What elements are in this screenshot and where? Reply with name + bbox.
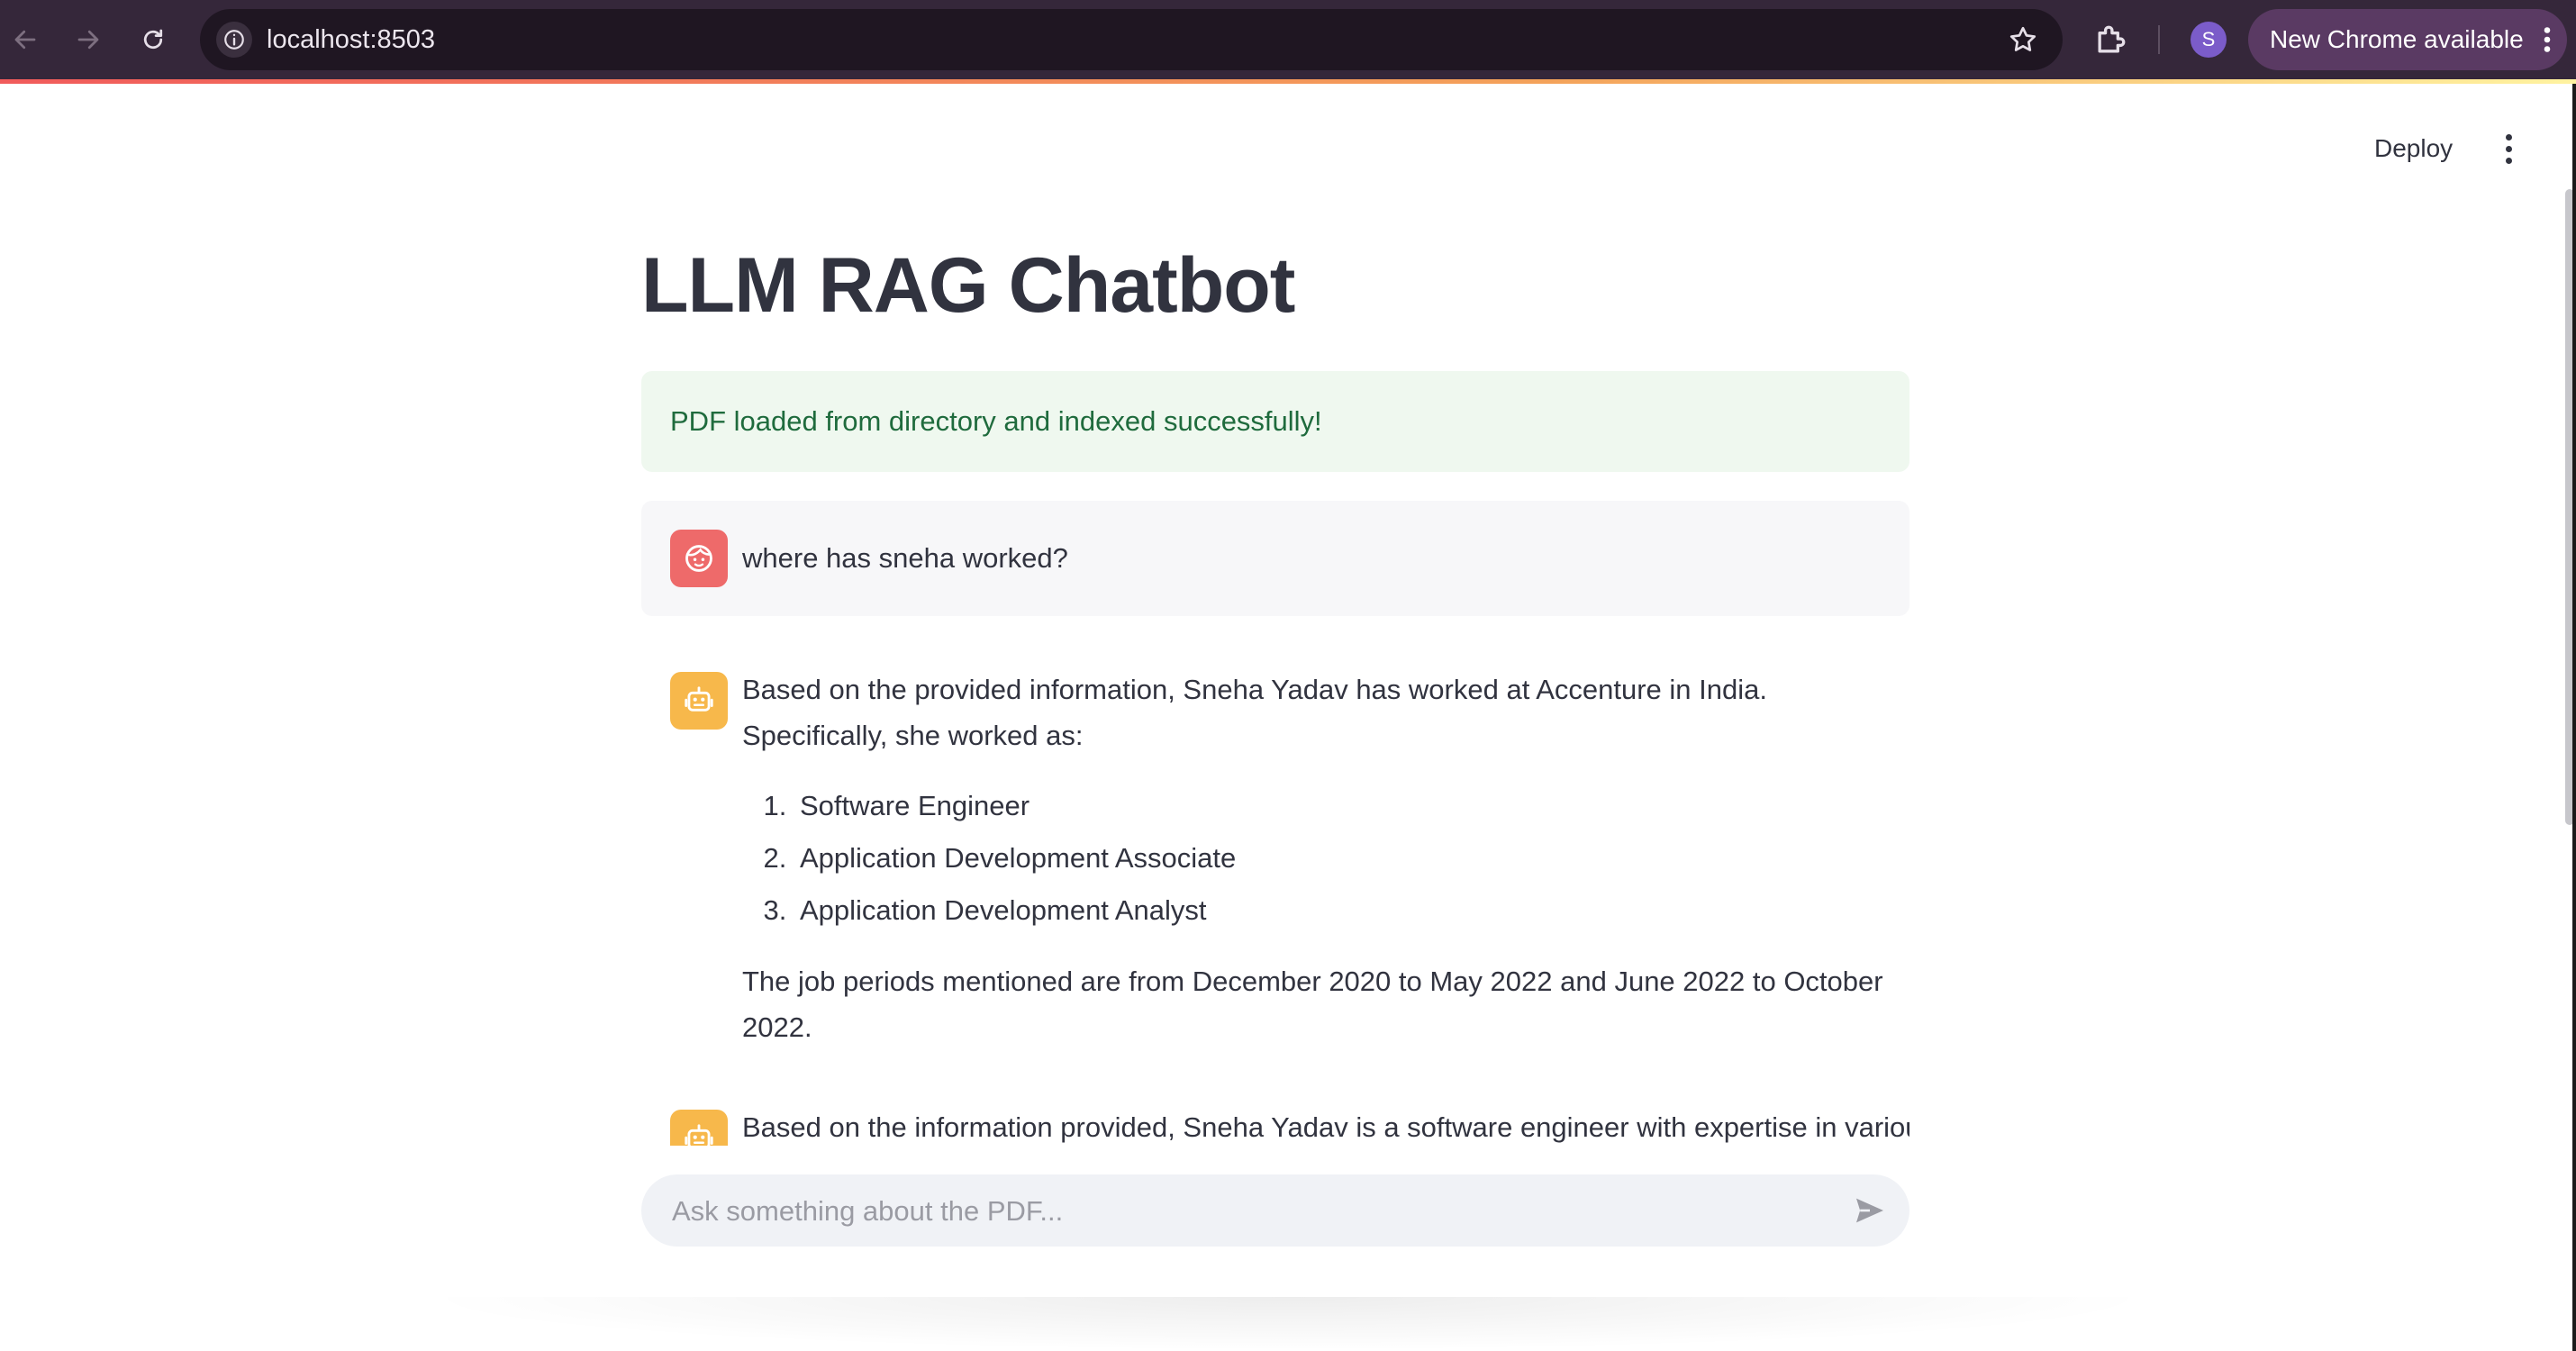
arrow-right-icon [77, 30, 99, 50]
chat-message-assistant-2: Based on the information provided, Sneha… [641, 1104, 1909, 1146]
assistant-message-text: Based on the information provided, Sneha… [742, 1111, 1909, 1143]
forward-button[interactable] [68, 20, 108, 59]
info-icon [224, 30, 244, 50]
address-bar[interactable]: localhost:8503 [200, 9, 2063, 70]
robot-icon [685, 1124, 713, 1146]
chat-message-assistant: Based on the provided information, Sneha… [641, 666, 1909, 1045]
chat-message-user: where has sneha worked? [641, 501, 1909, 616]
reload-button[interactable] [133, 20, 173, 59]
site-info-button[interactable] [216, 22, 252, 58]
user-message-text: where has sneha worked? [742, 542, 1068, 574]
user-face-icon [685, 545, 712, 572]
reload-icon [143, 29, 163, 50]
update-chip-label: New Chrome available [2270, 25, 2524, 53]
bottom-shadow [414, 1297, 2162, 1351]
list-item: Application Development Associate [794, 832, 1904, 884]
assistant-outro-text: The job periods mentioned are from Decem… [742, 966, 1883, 1043]
kebab-menu-icon [2544, 27, 2551, 52]
success-alert: PDF loaded from directory and indexed su… [641, 371, 1909, 472]
chat-input-container [641, 1174, 1909, 1248]
menu-dot [2505, 157, 2512, 164]
app-header-decoration [0, 79, 2576, 84]
puzzle-icon[interactable] [2091, 20, 2131, 59]
list-item: Software Engineer [794, 780, 1904, 832]
user-avatar [670, 530, 728, 587]
send-icon [1856, 1198, 1883, 1223]
chat-input[interactable] [670, 1174, 1809, 1248]
assistant-intro-text: Based on the provided information, Sneha… [742, 674, 1767, 751]
arrow-left-icon [14, 30, 36, 50]
assistant-message-body: Based on the provided information, Sneha… [742, 666, 1904, 1050]
assistant-avatar [670, 1110, 728, 1146]
page-title: LLM RAG Chatbot [641, 242, 1295, 329]
profile-avatar[interactable]: S [2191, 22, 2227, 58]
list-item: Application Development Analyst [794, 884, 1904, 937]
new-chrome-available-button[interactable]: New Chrome available [2248, 9, 2567, 70]
toolbar-divider [2158, 25, 2160, 54]
back-button[interactable] [5, 20, 45, 59]
menu-dot [2505, 133, 2512, 141]
send-button[interactable] [1850, 1191, 1890, 1230]
star-icon[interactable] [2007, 23, 2039, 56]
deploy-button[interactable]: Deploy [2367, 126, 2460, 171]
browser-toolbar: localhost:8503 S New Chrome available [0, 0, 2576, 79]
menu-dot [2505, 145, 2512, 152]
robot-icon [685, 686, 713, 712]
success-message: PDF loaded from directory and indexed su… [670, 405, 1322, 437]
job-titles-list: Software Engineer Application Developmen… [742, 780, 1904, 937]
window-edge [2572, 84, 2576, 1351]
assistant-avatar [670, 672, 728, 730]
url-text[interactable]: localhost:8503 [267, 9, 435, 70]
main-menu-button[interactable] [2495, 128, 2522, 169]
